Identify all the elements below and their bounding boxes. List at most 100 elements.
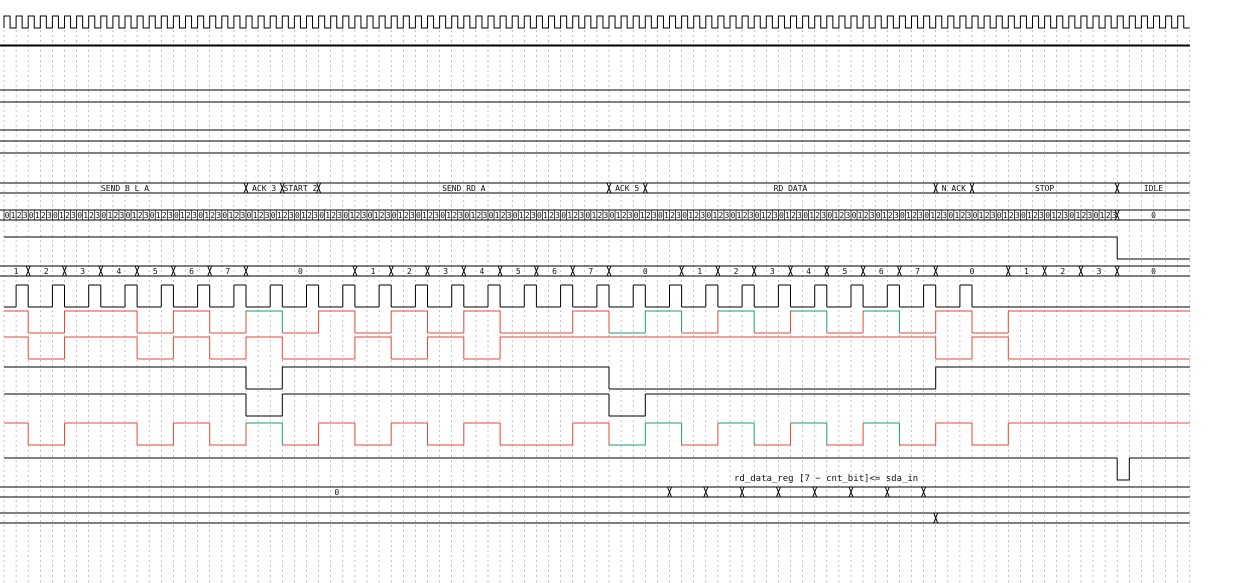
- sys-clock: [0, 15, 1190, 47]
- counter-value-label: 3: [942, 211, 947, 220]
- bus-value-label: 4: [480, 267, 485, 276]
- bus-transition: [243, 265, 249, 277]
- counter-value-label: 3: [1015, 211, 1020, 220]
- counter-value-label: 3: [144, 211, 149, 220]
- counter-value-label: 2: [961, 211, 966, 220]
- counter-value-label: 3: [216, 211, 221, 220]
- rd-data-reg-bus: 0: [0, 486, 1190, 498]
- counter-value-label: 3: [555, 211, 560, 220]
- bus-transition: [715, 265, 721, 277]
- counter-value-label: 0: [126, 211, 131, 220]
- counter-value-label: 1: [761, 211, 766, 220]
- timing-diagram: SEND_B_L_A ACK_3 START_2 SEND_RD_A ACK_5 RD_D…: [0, 15, 1191, 583]
- counter-value-label: 1: [398, 211, 403, 220]
- rd-data-reg-annotation: rd_data_reg [7 − cnt_bit]<= sda_in: [734, 474, 918, 484]
- counter-value-label: 3: [410, 211, 415, 220]
- counter-value-label: 2: [549, 211, 554, 220]
- bus-transition: [751, 265, 757, 277]
- counter-value-label: 1: [1027, 211, 1032, 220]
- counter-value-label: 0: [973, 211, 978, 220]
- counter-value-label: 1: [107, 211, 112, 220]
- bus-transition: [98, 265, 104, 277]
- counter-value-label: 1: [11, 211, 16, 220]
- bus-value-label: 6: [552, 267, 557, 276]
- counter-value-label: 1: [882, 211, 887, 220]
- counter-value-label: 1: [253, 211, 258, 220]
- counter-value-label: 2: [186, 211, 191, 220]
- counter-value-label: 0: [271, 211, 276, 220]
- counter-value-label: 1: [858, 211, 863, 220]
- counter-value-label: 1: [1003, 211, 1008, 220]
- counter-value-label: 1: [156, 211, 161, 220]
- bus-value-label: 0: [1151, 267, 1156, 276]
- counter-value-label: 3: [628, 211, 633, 220]
- counter-value-label: 2: [888, 211, 893, 220]
- counter-value-label: 2: [210, 211, 215, 220]
- bus-transition: [1114, 265, 1120, 277]
- bus-value-label: 7: [915, 267, 920, 276]
- counter-value-label: 0: [150, 211, 155, 220]
- bus-value-label: 5: [153, 267, 158, 276]
- counter-value-label: 1: [688, 211, 693, 220]
- signal-row-19: [0, 512, 1190, 524]
- counter-value-label: 1: [737, 211, 742, 220]
- counter-value-label: 1: [1075, 211, 1080, 220]
- counter-value-label: 1: [785, 211, 790, 220]
- counter-value-label: 1: [446, 211, 451, 220]
- counter-value-label: 0: [924, 211, 929, 220]
- counter-value-label: 0: [1094, 211, 1099, 220]
- counter-value-label: 3: [797, 211, 802, 220]
- scl-signal: [4, 284, 1190, 308]
- counter-value-label: 0: [755, 211, 760, 220]
- bus-value-label: 5: [843, 267, 848, 276]
- counter-value-label: 0: [731, 211, 736, 220]
- counter-value-label: 2: [356, 211, 361, 220]
- counter-value-label: 1: [132, 211, 137, 220]
- bus-value-label: 1: [697, 267, 702, 276]
- counter-value-label: 3: [265, 211, 270, 220]
- counter-value-label: 0: [658, 211, 663, 220]
- counter-value-label: 2: [573, 211, 578, 220]
- counter-value-label: 2: [791, 211, 796, 220]
- counter-value-label: 2: [501, 211, 506, 220]
- bus-transition: [352, 265, 358, 277]
- counter-value-label: 3: [991, 211, 996, 220]
- counter-value-label: 1: [616, 211, 621, 220]
- counter-value-label: 0: [585, 211, 590, 220]
- counter-value-label: 1: [83, 211, 88, 220]
- counter-value-label: 2: [815, 211, 820, 220]
- counter-value-label: 3: [434, 211, 439, 220]
- bus-transition: [1005, 265, 1011, 277]
- counter-value-label: 3: [483, 211, 488, 220]
- counter-value-label: 0: [1045, 211, 1050, 220]
- bus-transition: [933, 265, 939, 277]
- bus-value-label: RD_DATA: [774, 184, 808, 193]
- bus-transition: [1078, 265, 1084, 277]
- counter-value-label: 2: [1057, 211, 1062, 220]
- counter-value-label: 1: [277, 211, 282, 220]
- counter-value-label: 3: [313, 211, 318, 220]
- counter-value-label: 1: [180, 211, 185, 220]
- counter-value-label: 2: [985, 211, 990, 220]
- counter-value-label: 3: [192, 211, 197, 220]
- counter-value-label: 0: [319, 211, 324, 220]
- counter-value-label: 2: [380, 211, 385, 220]
- counter-value-label: 1: [228, 211, 233, 220]
- counter-value-label: 3: [47, 211, 52, 220]
- counter-value-label: 0: [416, 211, 421, 220]
- counter-value-label: 1: [519, 211, 524, 220]
- bus-value-label: 5: [516, 267, 521, 276]
- counter-value-label: 2: [17, 211, 22, 220]
- bus-value-label: 2: [734, 267, 739, 276]
- bus-value-label: ACK_5: [615, 184, 639, 193]
- counter-value-label: 1: [1100, 211, 1105, 220]
- counter-value-label: 1: [349, 211, 354, 220]
- bus-value-label: SEND_RD_A: [442, 184, 486, 193]
- counter-value-label: 1: [930, 211, 935, 220]
- counter-value-label: 3: [168, 211, 173, 220]
- counter-value-label: 3: [604, 211, 609, 220]
- counter-value-label: 2: [743, 211, 748, 220]
- bus-value-label: 7: [225, 267, 230, 276]
- counter-value-label: 3: [821, 211, 826, 220]
- bus-value-label: 0: [334, 488, 339, 497]
